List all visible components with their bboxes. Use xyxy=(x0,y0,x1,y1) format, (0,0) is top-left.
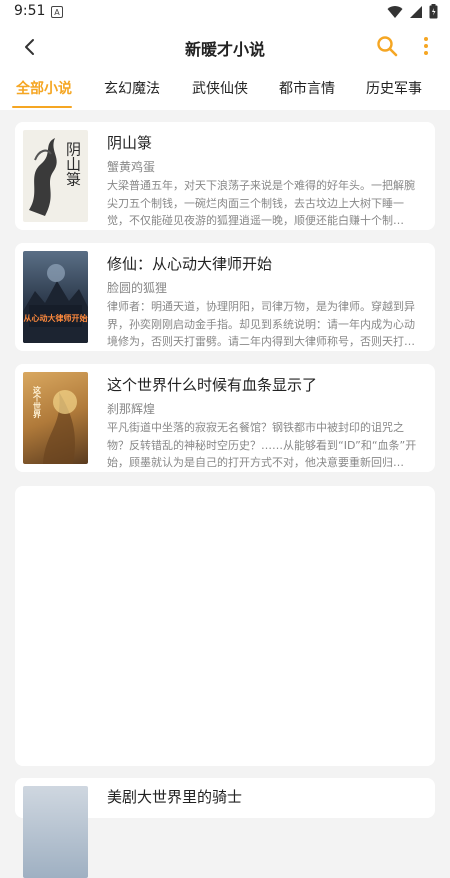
book-cover: 阴山箓 xyxy=(23,130,88,222)
tab-all-novels[interactable]: 全部小说 xyxy=(16,78,72,98)
book-description: 大梁普通五年，对天下浪荡子来说是个难得的好年头。一把解腕尖刀五个制钱，一碗烂肉面… xyxy=(107,179,415,227)
dragon-cover-art: 阴山箓 xyxy=(29,138,82,216)
xianxia-cover-art: 从心动大律师开始 xyxy=(23,264,88,343)
signal-icon xyxy=(410,5,422,18)
book-title: 这个世界什么时候有血条显示了 xyxy=(107,376,318,394)
status-time: 9:51 xyxy=(14,3,46,19)
tab-fantasy[interactable]: 玄幻魔法 xyxy=(104,78,160,98)
search-icon[interactable] xyxy=(376,35,398,57)
ad-placeholder-card xyxy=(15,486,435,766)
cover-title: 从心动大律师开始 xyxy=(24,313,88,323)
tab-wuxia[interactable]: 武侠仙侠 xyxy=(192,78,248,98)
book-cover: 这个世界 xyxy=(23,372,88,464)
book-card[interactable]: 从心动大律师开始 修仙：从心动大律师开始 脸圆的狐狸 律师者：明通天道，协理阴阳… xyxy=(15,243,435,351)
hp-bar-cover-art: 这个世界 xyxy=(32,385,77,464)
active-tab-indicator xyxy=(12,106,72,108)
book-title: 修仙：从心动大律师开始 xyxy=(107,255,273,273)
more-vert-icon[interactable] xyxy=(418,35,434,57)
tab-history-military[interactable]: 历史军事 xyxy=(366,78,422,98)
cover-title: 阴山箓 xyxy=(64,142,82,187)
tab-urban-romance[interactable]: 都市言情 xyxy=(279,78,335,98)
app-bar: 新暖才小说 xyxy=(0,24,450,70)
book-description: 律师者：明通天道，协理阴阳，司律万物，是为律师。穿越到异界，孙奕刚刚启动金手指。… xyxy=(107,300,415,348)
category-tabs: 全部小说 玄幻魔法 武侠仙侠 都市言情 历史军事 xyxy=(0,70,450,110)
cover-title: 这个世界 xyxy=(32,385,42,419)
status-bar: 9:51 A xyxy=(0,0,450,24)
book-title: 美剧大世界里的骑士 xyxy=(107,788,243,806)
book-description: 平凡街道中坐落的寂寂无名餐馆？钢铁都市中被封印的诅咒之物？反转错乱的神秘时空历史… xyxy=(107,421,417,469)
book-author: 蟹黄鸡蛋 xyxy=(107,160,156,174)
book-cover: 从心动大律师开始 xyxy=(23,251,88,343)
book-author: 脸圆的狐狸 xyxy=(107,281,168,295)
notification-icon: A xyxy=(51,6,63,18)
book-card[interactable]: 这个世界 这个世界什么时候有血条显示了 刹那辉煌 平凡街道中坐落的寂寂无名餐馆？… xyxy=(15,364,435,472)
wifi-icon xyxy=(387,5,403,18)
system-icons xyxy=(387,4,438,19)
book-title: 阴山箓 xyxy=(107,134,153,152)
book-author: 刹那辉煌 xyxy=(107,402,156,416)
book-card[interactable]: 阴山箓 阴山箓 蟹黄鸡蛋 大梁普通五年，对天下浪荡子来说是个难得的好年头。一把解… xyxy=(15,122,435,230)
battery-icon xyxy=(429,4,438,19)
book-card[interactable]: 美剧大世界里的骑士 xyxy=(15,778,435,878)
